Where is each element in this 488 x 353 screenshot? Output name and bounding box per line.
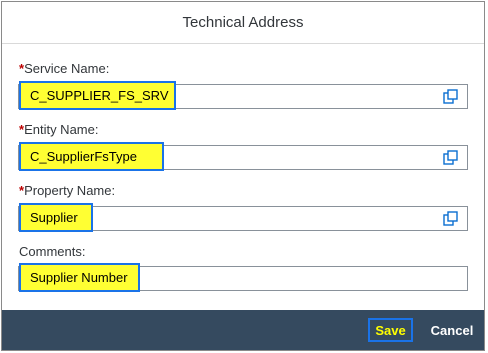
service-name-label: *Service Name: bbox=[19, 61, 109, 76]
dialog-header: Technical Address bbox=[2, 2, 484, 44]
dialog-footer: Save Cancel bbox=[2, 310, 484, 350]
comments-input[interactable]: Supplier Number bbox=[18, 263, 468, 292]
service-name-value: C_SUPPLIER_FS_SRV bbox=[19, 81, 176, 110]
value-help-icon[interactable] bbox=[443, 89, 458, 104]
entity-name-label: *Entity Name: bbox=[19, 122, 98, 137]
value-help-icon[interactable] bbox=[443, 150, 458, 165]
comments-label-text: Comments: bbox=[19, 244, 86, 259]
technical-address-dialog: Technical Address *Service Name: C_SUPPL… bbox=[1, 1, 485, 351]
property-name-value: Supplier bbox=[19, 203, 93, 232]
property-name-input[interactable]: Supplier bbox=[18, 203, 468, 232]
property-name-label: *Property Name: bbox=[19, 183, 115, 198]
service-name-input[interactable]: C_SUPPLIER_FS_SRV bbox=[18, 81, 468, 110]
value-help-icon[interactable] bbox=[443, 211, 458, 226]
cancel-button[interactable]: Cancel bbox=[423, 318, 481, 342]
save-button[interactable]: Save bbox=[368, 318, 413, 342]
entity-name-input[interactable]: C_SupplierFsType bbox=[18, 142, 468, 171]
service-name-label-text: Service Name: bbox=[24, 61, 110, 76]
dialog-title: Technical Address bbox=[182, 14, 304, 31]
entity-name-value: C_SupplierFsType bbox=[19, 142, 164, 171]
comments-label: Comments: bbox=[19, 244, 85, 259]
property-name-label-text: Property Name: bbox=[24, 183, 116, 198]
comments-value: Supplier Number bbox=[19, 263, 140, 292]
entity-name-label-text: Entity Name: bbox=[24, 122, 99, 137]
